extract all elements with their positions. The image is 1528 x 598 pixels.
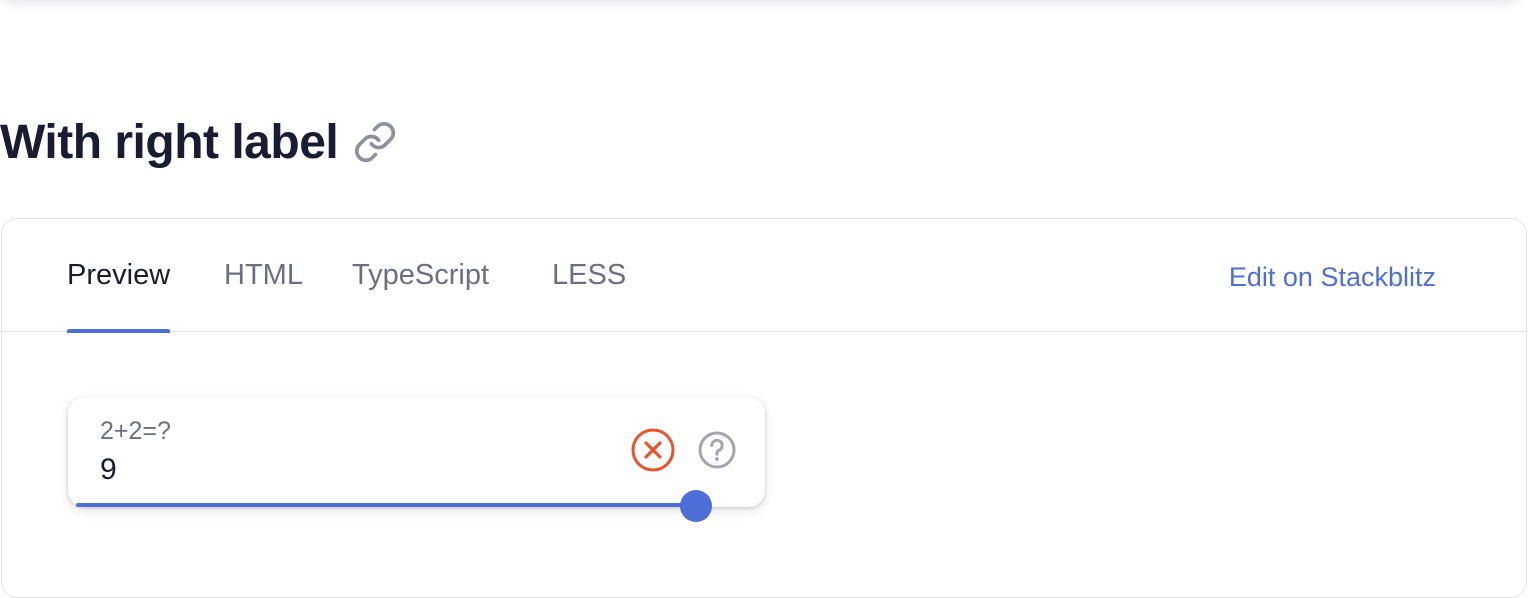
slider-track[interactable] xyxy=(76,503,696,507)
question-circle-icon xyxy=(697,430,737,475)
tab-html[interactable]: HTML xyxy=(224,255,303,332)
close-circle-icon xyxy=(630,427,676,478)
slider-thumb[interactable] xyxy=(680,490,712,522)
range-input-field[interactable]: 2+2=? xyxy=(68,397,765,522)
field-label: 2+2=? xyxy=(100,417,171,445)
field-value-input[interactable] xyxy=(100,453,580,487)
tab-bar: Preview HTML TypeScript LESS Edit on Sta… xyxy=(2,219,1526,333)
tab-less[interactable]: LESS xyxy=(552,255,626,332)
help-button[interactable] xyxy=(696,431,738,473)
edit-on-stackblitz-link[interactable]: Edit on Stackblitz xyxy=(1229,257,1436,297)
link-icon[interactable] xyxy=(352,119,398,165)
clear-button[interactable] xyxy=(630,427,676,478)
section-title: With right label xyxy=(0,115,339,169)
tab-typescript[interactable]: TypeScript xyxy=(352,255,489,332)
demo-card: Preview HTML TypeScript LESS Edit on Sta… xyxy=(1,218,1527,598)
tab-preview[interactable]: Preview xyxy=(67,255,171,333)
section-heading: With right label xyxy=(0,110,398,174)
